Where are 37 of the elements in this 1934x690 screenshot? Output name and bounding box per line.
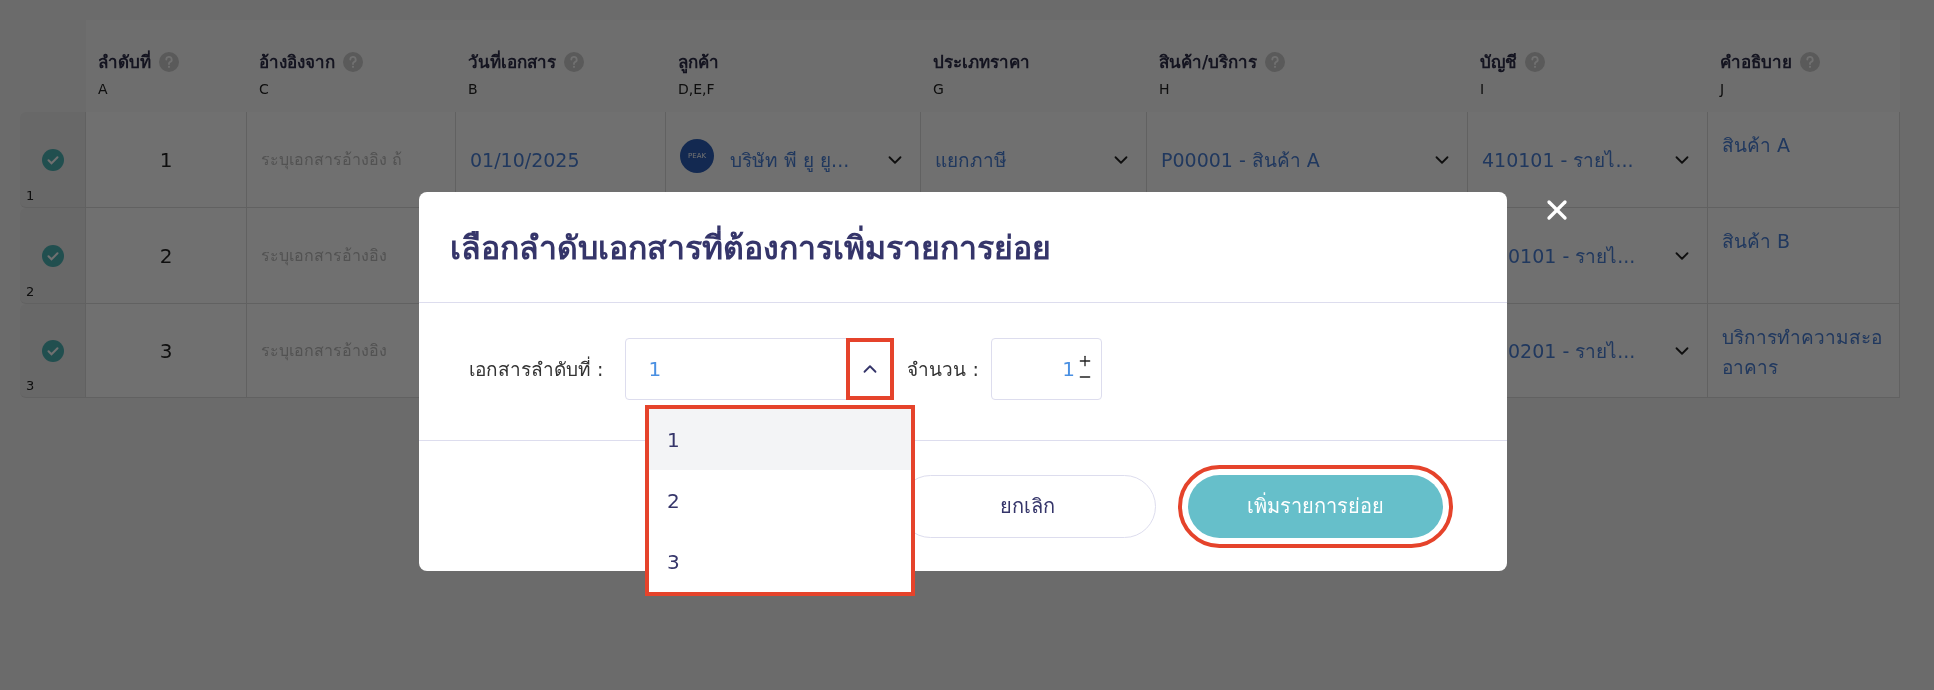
column-title: คำอธิบาย <box>1720 51 1792 74</box>
customer-value: บริษัท พี ยู ยู... <box>730 147 851 174</box>
description-value: บริการทำความสะอ อาคาร <box>1722 325 1882 380</box>
column-letter: I <box>1480 81 1486 97</box>
row-index: 1 <box>26 188 35 203</box>
row-index: 2 <box>26 284 35 299</box>
column-title: ประเภทราคา <box>933 51 1030 74</box>
date-value: 01/10/2025 <box>470 148 580 171</box>
account-value: 410101 - รายไ... <box>1482 147 1634 173</box>
quantity-value: 1 <box>1062 357 1075 381</box>
column-letter: A <box>98 81 109 97</box>
dialog-title: เลือกลำดับเอกสารที่ต้องการเพิ่มรายการย่อย <box>419 192 1507 303</box>
column-title: สินค้า/บริการ <box>1159 51 1258 74</box>
column-title: อ้างอิงจาก <box>259 51 335 74</box>
product-value: P00001 - สินค้า A <box>1161 147 1320 173</box>
document-value: 1 <box>648 357 662 381</box>
column-letter: G <box>933 81 945 97</box>
column-title: บัญชี <box>1480 51 1517 75</box>
quantity-label: จำนวน : <box>907 357 979 382</box>
document-label: เอกสารลำดับที่ : <box>469 355 604 382</box>
column-title: วันที่เอกสาร <box>468 49 556 74</box>
description-value: สินค้า B <box>1722 229 1791 254</box>
column-title: ลูกค้า <box>678 51 719 75</box>
price-type-value: แยกภาษี <box>935 147 1007 173</box>
column-letter: D,E,F <box>678 81 716 97</box>
description-value: สินค้า A <box>1722 133 1791 158</box>
sequence-number: 1 <box>159 147 173 172</box>
column-letter: H <box>1159 81 1171 97</box>
sequence-number: 3 <box>159 338 173 363</box>
account-value: 0101 - รายไ... <box>1508 243 1636 269</box>
column-letter: J <box>1720 81 1726 97</box>
sequence-number: 2 <box>159 243 173 268</box>
column-letter: B <box>468 81 479 97</box>
row-index: 3 <box>26 378 35 393</box>
account-value: 0201 - รายไ... <box>1508 338 1636 364</box>
column-letter: C <box>259 81 270 97</box>
column-title: ลำดับที่ <box>98 49 151 74</box>
